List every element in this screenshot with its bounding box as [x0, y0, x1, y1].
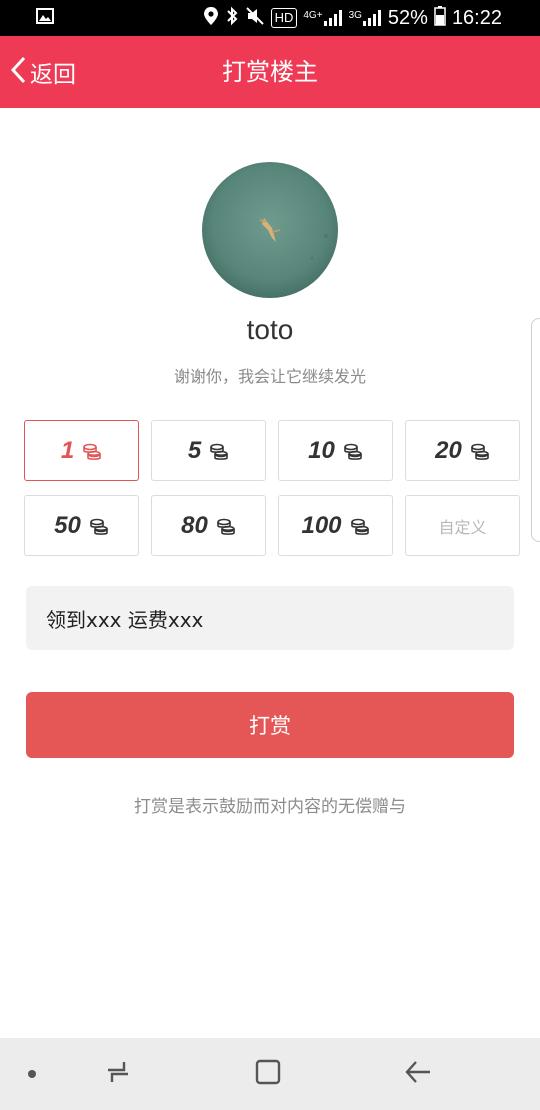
amount-value: 100: [301, 511, 342, 539]
recent-apps-button[interactable]: [96, 1038, 140, 1110]
battery-icon: [434, 5, 446, 31]
amount-option-custom[interactable]: 自定义: [405, 495, 520, 556]
bluetooth-icon: [225, 6, 239, 31]
coin-stack-icon: [350, 517, 370, 541]
net-type-4g: 4G+: [303, 10, 323, 21]
home-icon: [254, 1058, 282, 1090]
page-title: 打赏楼主: [222, 58, 318, 86]
coin-stack-icon: [343, 442, 363, 466]
status-bar: HD 4G+ 3G 52% 16:22: [0, 0, 540, 36]
amount-option-80[interactable]: 80: [151, 495, 266, 556]
coin-stack-icon: [89, 517, 109, 541]
coin-stack-icon: [216, 517, 236, 541]
hd-badge: HD: [270, 8, 298, 28]
home-button[interactable]: [246, 1038, 290, 1110]
thanks-message: 谢谢你，我会让它继续发光: [173, 367, 366, 386]
signal-4g-icon: 4G+: [303, 9, 342, 27]
amount-option-5[interactable]: 5: [151, 420, 266, 481]
net-type-3g: 3G: [348, 10, 362, 21]
amount-option-20[interactable]: 20: [405, 420, 520, 481]
recent-apps-icon: [104, 1058, 132, 1090]
amount-option-10[interactable]: 10: [278, 420, 393, 481]
amount-value: 20: [435, 436, 462, 464]
custom-amount-label: 自定义: [438, 517, 487, 537]
amount-value: 80: [181, 511, 208, 539]
app-header: 返回 打赏楼主: [0, 36, 540, 108]
edge-panel-handle[interactable]: [531, 318, 540, 542]
amount-option-50[interactable]: 50: [24, 495, 139, 556]
reward-submit-button[interactable]: 打赏: [26, 692, 514, 758]
username: toto: [246, 314, 294, 345]
amount-value: 1: [60, 436, 75, 464]
avatar: [202, 162, 338, 298]
mute-icon: [245, 6, 265, 31]
amount-grid: 1 5 10 20 50 80 100 自定义: [24, 420, 520, 556]
coin-stack-icon: [209, 442, 229, 466]
location-icon: [203, 6, 219, 31]
arrow-left-icon: [404, 1058, 432, 1090]
coin-stack-icon: [82, 442, 102, 466]
coin-stack-icon: [470, 442, 490, 466]
back-button[interactable]: 返回: [8, 36, 76, 108]
message-input[interactable]: 领到xxx 运费xxx: [26, 586, 514, 650]
amount-option-100[interactable]: 100: [278, 495, 393, 556]
battery-percent: 52%: [387, 6, 428, 29]
amount-option-1[interactable]: 1: [24, 420, 139, 481]
back-nav-button[interactable]: [396, 1038, 440, 1110]
disclaimer-text: 打赏是表示鼓励而对内容的无偿赠与: [134, 797, 406, 817]
system-nav-bar: [0, 1038, 540, 1110]
nav-dot-indicator: [20, 1038, 44, 1110]
amount-value: 10: [308, 436, 335, 464]
gallery-icon: [36, 8, 54, 29]
amount-value: 5: [187, 436, 202, 464]
chevron-left-icon: [8, 55, 28, 89]
back-label: 返回: [30, 62, 76, 88]
clock: 16:22: [451, 6, 502, 29]
signal-3g-icon: 3G: [349, 9, 382, 27]
amount-value: 50: [54, 511, 81, 539]
